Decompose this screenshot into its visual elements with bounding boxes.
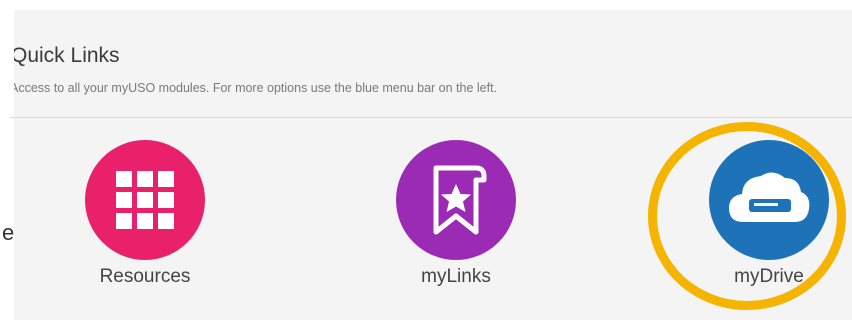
mylinks-label: myLinks (421, 266, 491, 287)
grid-icon (85, 140, 205, 260)
bookmark-star-icon (396, 140, 516, 260)
resources-label: Resources (99, 266, 191, 287)
left-edge-strip: e (0, 0, 14, 320)
resources-tile[interactable]: Resources (75, 140, 215, 300)
mydrive-label: myDrive (734, 266, 804, 287)
section-subtitle: Access to all your myUSO modules. For mo… (10, 81, 498, 95)
mydrive-tile[interactable]: myDrive (699, 140, 839, 300)
cropped-text: e (2, 220, 15, 245)
mylinks-tile[interactable]: myLinks (386, 140, 526, 300)
section-title: Quick Links (11, 44, 120, 67)
section-divider (10, 117, 852, 118)
cloud-drive-icon (709, 140, 829, 260)
